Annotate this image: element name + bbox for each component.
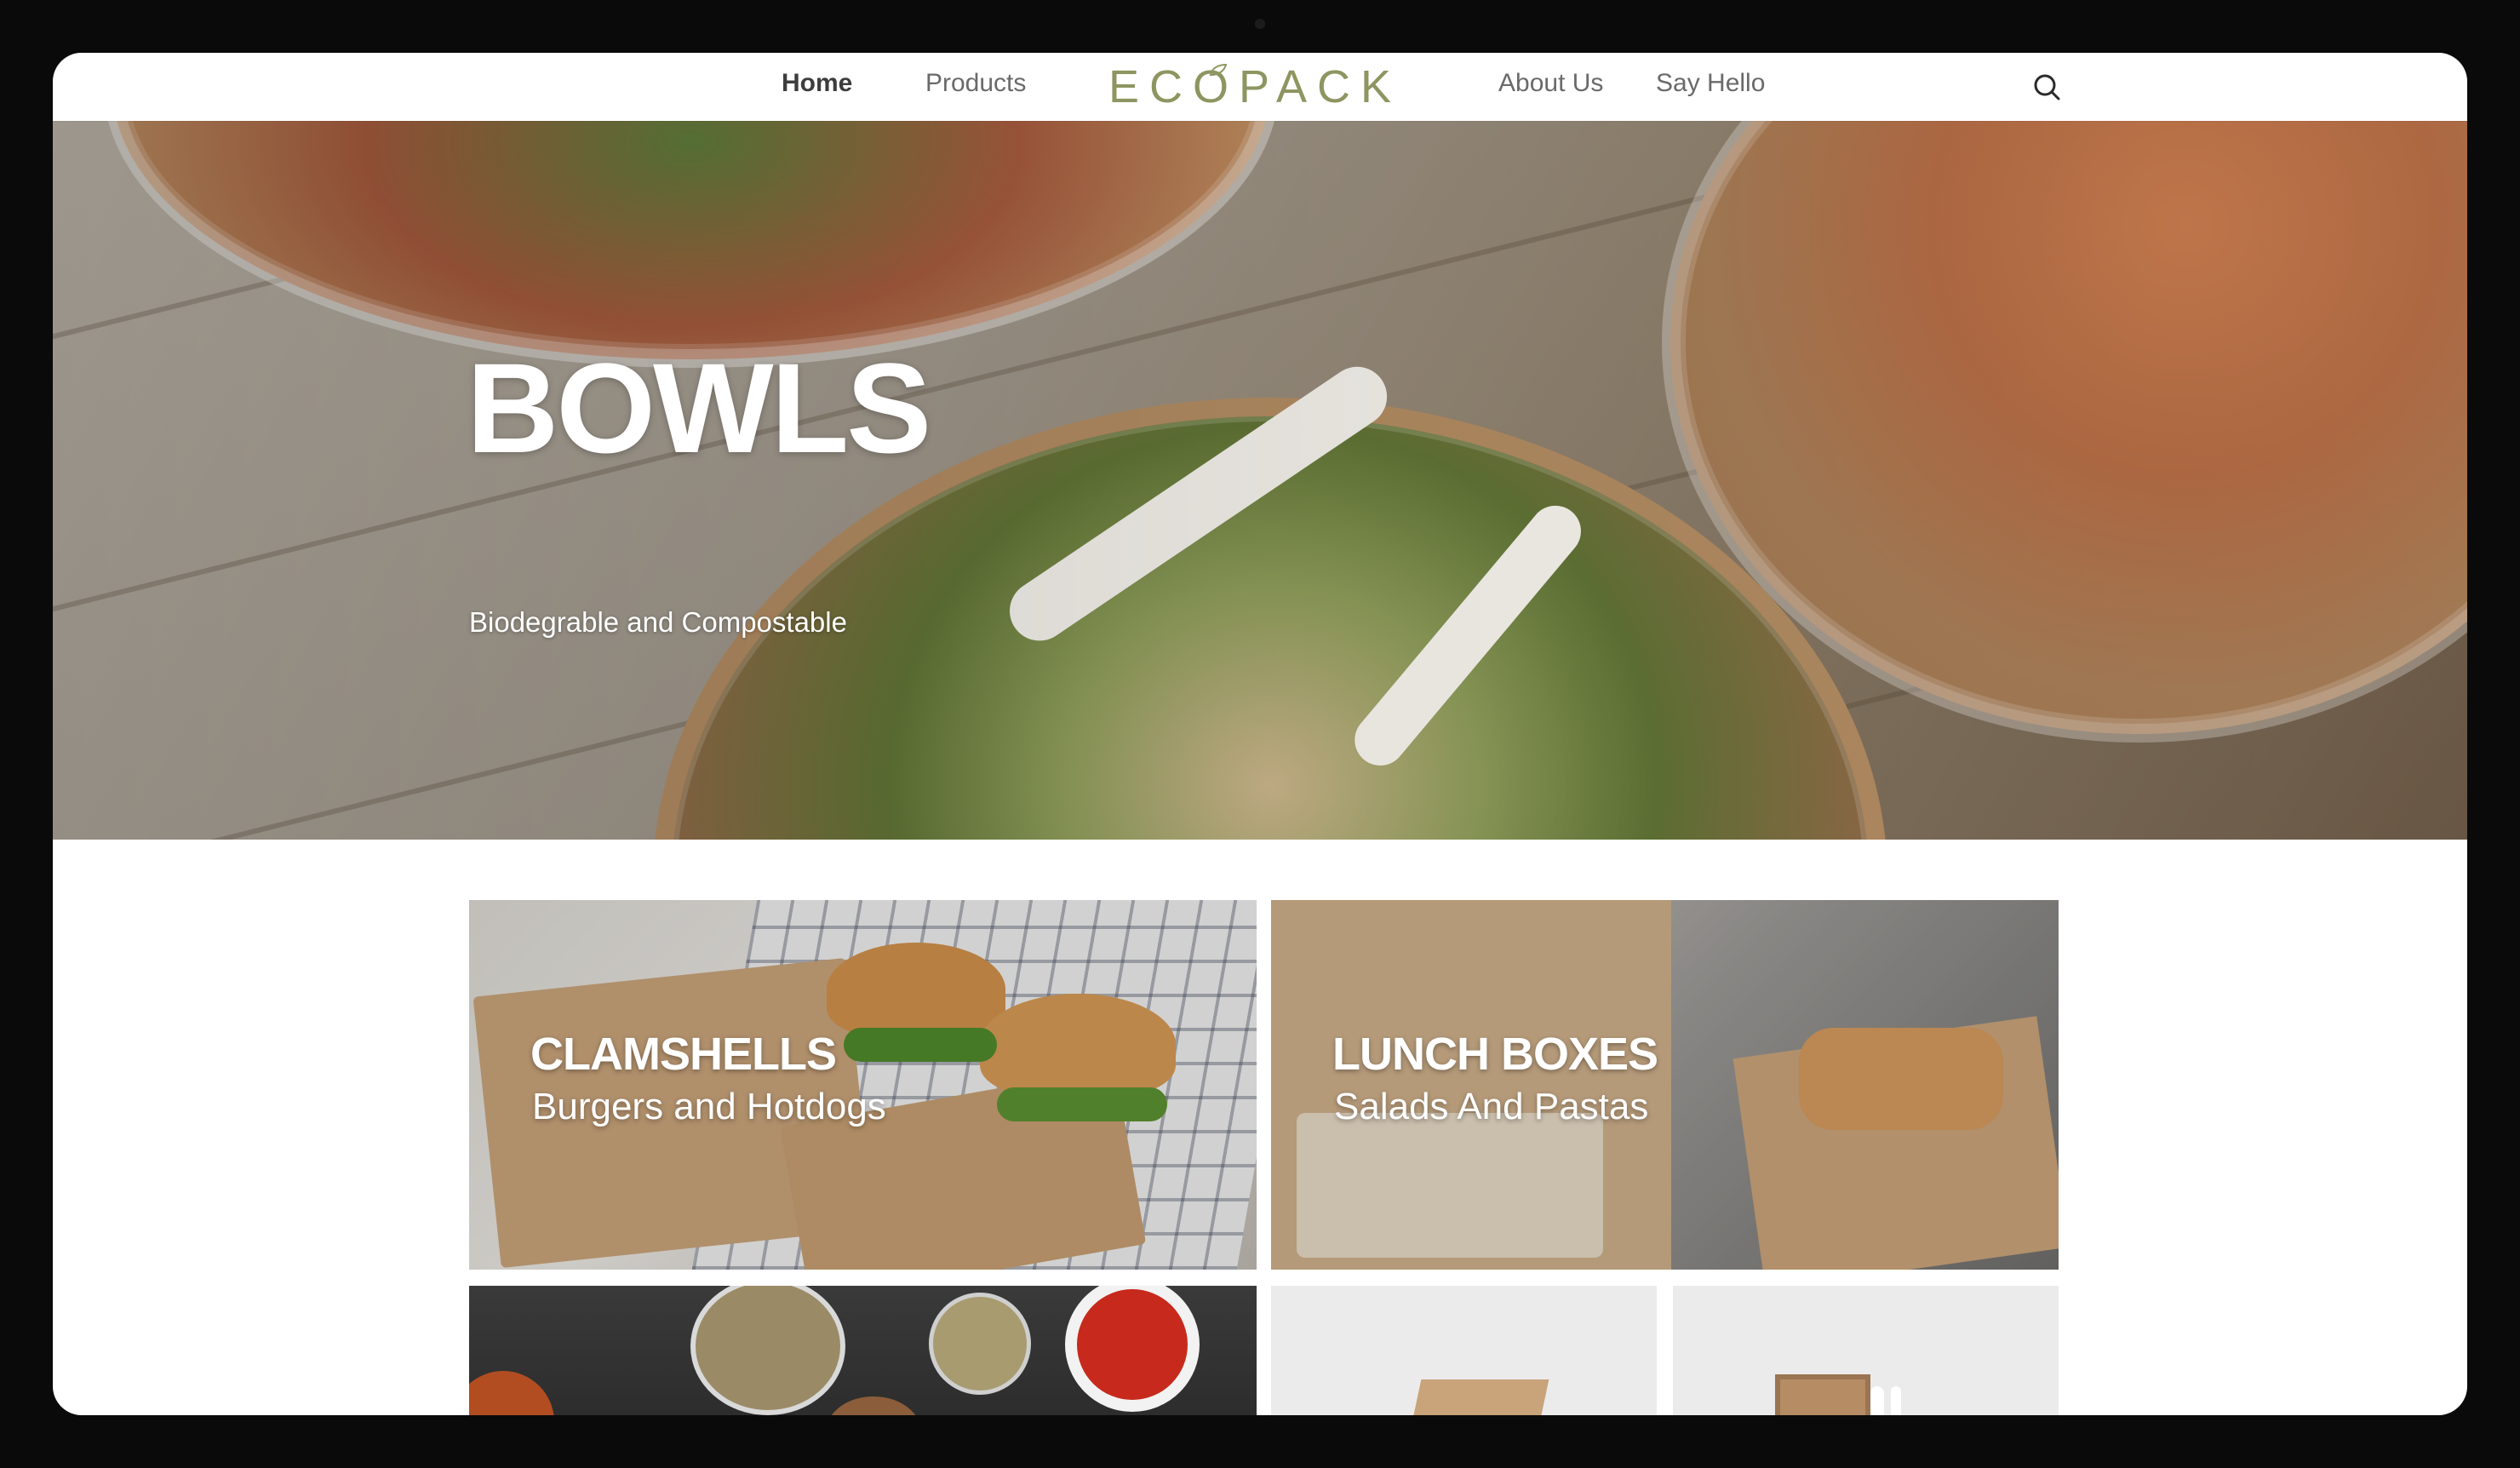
kraft-bag-image — [1775, 1374, 1870, 1415]
hero-overlay — [53, 121, 2467, 840]
browser-screen: Home Products ECOPACK About Us Say Hello — [53, 53, 2467, 1415]
sauce-bowl-image — [1065, 1286, 1200, 1412]
search-icon — [2034, 74, 2060, 100]
nav-products-link[interactable]: Products — [925, 69, 1026, 98]
category-tile-cutlery[interactable] — [1673, 1286, 2059, 1415]
category-tile-boxes[interactable] — [1271, 1286, 1657, 1415]
top-navigation: Home Products ECOPACK About Us Say Hello — [53, 53, 2467, 121]
category-tile-spices[interactable] — [469, 1286, 1257, 1415]
search-button[interactable] — [2030, 70, 2064, 104]
camera-dot — [1255, 19, 1265, 29]
fork-image — [1891, 1386, 1901, 1415]
tile-subtitle: Burgers and Hotdogs — [532, 1086, 886, 1127]
category-tile-clamshells[interactable]: CLAMSHELLS Burgers and Hotdogs — [469, 900, 1257, 1270]
tile-title: LUNCH BOXES — [1332, 1029, 1658, 1080]
nav-home-link[interactable]: Home — [782, 69, 852, 98]
nav-say-hello-link[interactable]: Say Hello — [1656, 69, 1765, 98]
hero-title: BOWLS — [467, 336, 931, 479]
spice-bowl-image — [827, 1396, 920, 1415]
nav-about-link[interactable]: About Us — [1498, 69, 1603, 98]
brand-logo[interactable]: ECOPACK — [1108, 60, 1401, 114]
logo-text: ECOPACK — [1108, 61, 1402, 112]
hero-subtitle: Biodegrable and Compostable — [469, 606, 847, 638]
spoon-image — [1870, 1386, 1884, 1415]
tile-title: CLAMSHELLS — [530, 1029, 837, 1080]
spice-jar-image — [690, 1286, 845, 1415]
hero-banner[interactable]: BOWLS Biodegrable and Compostable — [53, 121, 2467, 840]
kraft-box-image — [1410, 1379, 1549, 1415]
tile-shade — [1271, 900, 2059, 1270]
spice-bowl-image — [929, 1293, 1031, 1395]
tile-shade — [469, 900, 1257, 1270]
category-tile-lunch-boxes[interactable]: LUNCH BOXES Salads And Pastas — [1271, 900, 2059, 1270]
spice-bowl-image — [469, 1371, 554, 1415]
leaf-icon — [1209, 63, 1228, 77]
tile-subtitle: Salads And Pastas — [1334, 1086, 1649, 1127]
